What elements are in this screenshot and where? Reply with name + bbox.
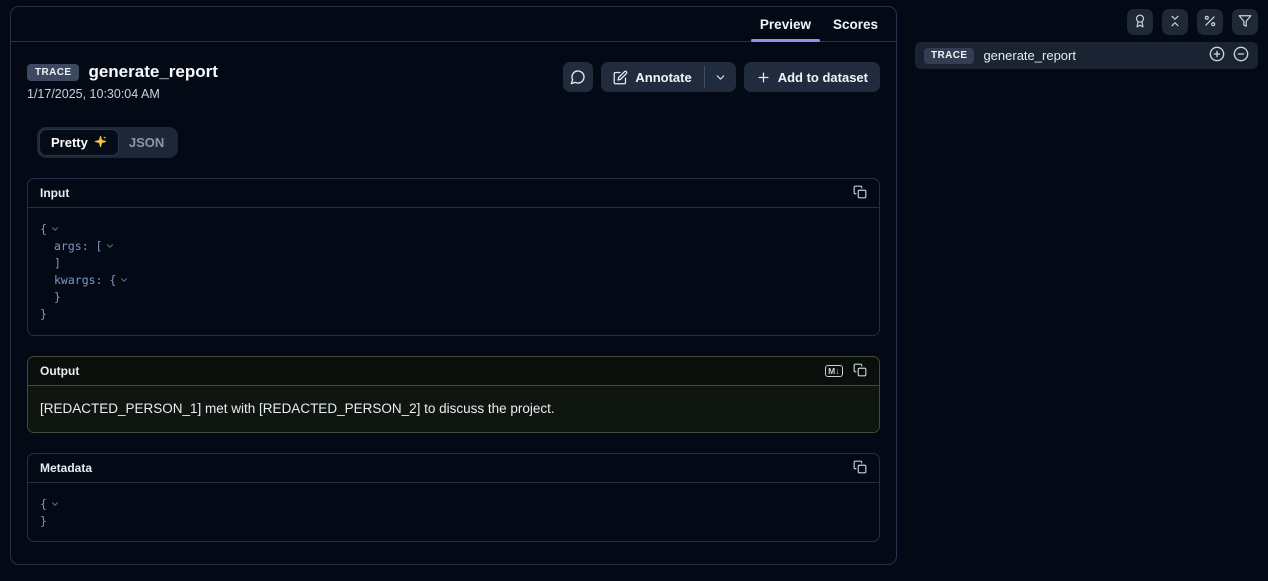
input-json-viewer: { args: [ ] kwargs: { } } (28, 208, 879, 335)
percent-icon (1203, 14, 1217, 31)
collapse-all-button[interactable] (1233, 46, 1249, 65)
trace-type-badge: TRACE (27, 64, 79, 81)
toggle-json-label: JSON (129, 135, 164, 150)
tab-scores-label: Scores (833, 17, 878, 32)
metadata-panel: Metadata { } (27, 453, 880, 542)
copy-icon (853, 363, 867, 380)
add-to-dataset-label: Add to dataset (778, 70, 868, 85)
trace-timestamp: 1/17/2025, 10:30:04 AM (27, 87, 218, 101)
trace-preview-panel: Preview Scores TRACE generate_report 1/1… (10, 6, 897, 565)
copy-icon (853, 185, 867, 202)
filter-icon (1238, 14, 1252, 31)
tab-preview[interactable]: Preview (749, 7, 822, 41)
collapse-tree-button[interactable] (1162, 9, 1188, 35)
chevron-down-icon (714, 71, 727, 84)
copy-input-button[interactable] (853, 185, 867, 202)
trace-header: TRACE generate_report 1/17/2025, 10:30:0… (27, 62, 880, 101)
output-panel-title: Output (40, 364, 79, 378)
trace-type-badge: TRACE (924, 48, 974, 64)
comment-button[interactable] (563, 62, 593, 92)
output-text: [REDACTED_PERSON_1] met with [REDACTED_P… (40, 401, 555, 416)
copy-icon (853, 460, 867, 477)
chevron-down-icon[interactable] (50, 499, 60, 509)
expand-all-button[interactable] (1209, 46, 1225, 65)
toggle-pretty[interactable]: Pretty (40, 130, 118, 155)
metadata-panel-title: Metadata (40, 461, 92, 475)
view-mode-toggle: Pretty JSON (37, 127, 178, 158)
annotate-button[interactable]: Annotate (601, 62, 703, 92)
metrics-percent-button[interactable] (1197, 9, 1223, 35)
circle-minus-icon (1233, 46, 1249, 65)
comment-icon (570, 69, 586, 85)
toggle-json[interactable]: JSON (118, 130, 175, 155)
metadata-panel-header: Metadata (28, 454, 879, 483)
input-panel-header: Input (28, 179, 879, 208)
toggle-pretty-label: Pretty (51, 135, 88, 150)
plus-icon (756, 70, 771, 85)
trace-actions: Annotate Add to dataset (563, 62, 880, 92)
copy-metadata-button[interactable] (853, 460, 867, 477)
chevron-down-icon[interactable] (105, 241, 115, 251)
markdown-toggle-button[interactable]: M↓ (825, 365, 843, 378)
chevron-down-icon[interactable] (50, 224, 60, 234)
output-panel: Output M↓ [REDACTED_PERSON_1] met with [… (27, 356, 880, 433)
tab-scores[interactable]: Scores (822, 7, 889, 41)
award-icon (1133, 14, 1147, 31)
output-content: [REDACTED_PERSON_1] met with [REDACTED_P… (28, 386, 879, 432)
tab-preview-label: Preview (760, 17, 811, 32)
chevron-down-icon[interactable] (119, 275, 129, 285)
edit-icon (613, 70, 628, 85)
trace-toolbar (1127, 9, 1258, 35)
fold-vertical-icon (1168, 14, 1182, 31)
tree-node-trace[interactable]: TRACE generate_report (915, 42, 1258, 69)
page-title: generate_report (88, 62, 217, 82)
sparkles-icon (94, 135, 107, 151)
trace-identity: TRACE generate_report 1/17/2025, 10:30:0… (27, 62, 218, 101)
add-to-dataset-button[interactable]: Add to dataset (744, 62, 880, 92)
annotate-label: Annotate (635, 70, 691, 85)
annotate-split-button: Annotate (601, 62, 735, 92)
tree-node-title: generate_report (983, 48, 1200, 63)
filter-button[interactable] (1232, 9, 1258, 35)
annotate-dropdown-button[interactable] (705, 62, 736, 92)
output-panel-header: Output M↓ (28, 357, 879, 386)
input-panel-title: Input (40, 186, 69, 200)
scores-badge-button[interactable] (1127, 9, 1153, 35)
metadata-json-viewer: { } (28, 483, 879, 541)
copy-output-button[interactable] (853, 363, 867, 380)
markdown-icon: M↓ (825, 365, 843, 378)
circle-plus-icon (1209, 46, 1225, 65)
tab-bar: Preview Scores (11, 7, 896, 42)
input-panel: Input { args: [ ] kwargs: { } } (27, 178, 880, 336)
